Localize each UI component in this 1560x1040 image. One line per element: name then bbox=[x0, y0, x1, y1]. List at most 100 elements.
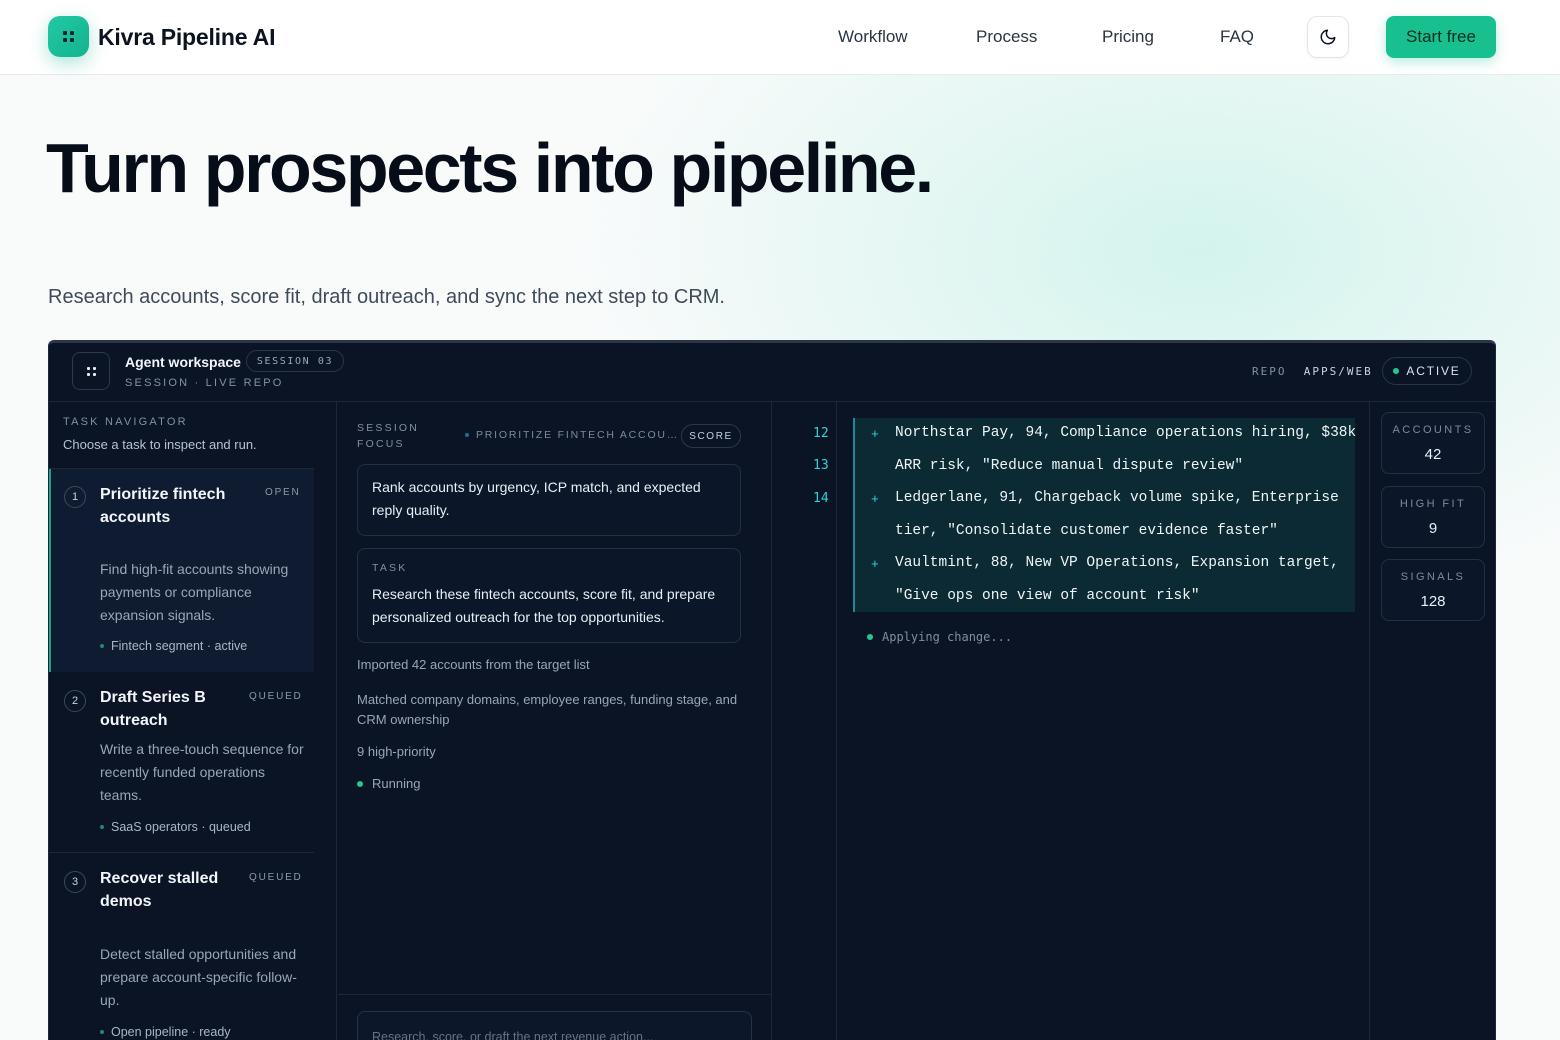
hero-title: Turn prospects into pipeline. bbox=[46, 129, 934, 207]
focus-label: SESSION FOCUS bbox=[357, 422, 420, 450]
running-label: Running bbox=[372, 776, 421, 791]
applying-dot-icon bbox=[867, 634, 873, 640]
tag-dot-icon bbox=[100, 644, 104, 648]
focus-text: Rank accounts by urgency, ICP match, and… bbox=[372, 479, 701, 518]
stat-value: 42 bbox=[1424, 446, 1442, 463]
breadcrumb-text: PRIORITIZE FINTECH ACCOU… bbox=[476, 429, 680, 441]
composer: Research, score, or draft the next reven… bbox=[338, 994, 772, 1040]
navigator-hint: Choose a task to inspect and run. bbox=[63, 437, 257, 452]
nav-workflow[interactable]: Workflow bbox=[838, 27, 908, 47]
breadcrumb-dot-icon bbox=[465, 433, 469, 437]
diff-line: tier, "Consolidate customer evidence fas… bbox=[895, 523, 1278, 539]
session-badge: SESSION 03 bbox=[246, 350, 344, 372]
task-status: QUEUED bbox=[249, 872, 303, 883]
status-label: ACTIVE bbox=[1406, 364, 1461, 378]
task-item-recover-stalled[interactable]: 3 Recover stalled demos QUEUED Detect st… bbox=[49, 855, 314, 1040]
running-indicator: Running bbox=[357, 774, 752, 794]
task-item-prioritize-fintech[interactable]: 1 Prioritize fintech accounts OPEN Find … bbox=[49, 469, 314, 672]
grid-dots-icon bbox=[86, 366, 96, 376]
repo-value: APPS/WEB bbox=[1303, 365, 1373, 378]
task-description: Find high-fit accounts showing payments … bbox=[100, 561, 289, 623]
diff-line: Ledgerlane, 91, Chargeback volume spike,… bbox=[895, 490, 1339, 506]
start-free-button[interactable]: Start free bbox=[1386, 16, 1496, 58]
navigator-heading: TASK NAVIGATOR bbox=[63, 416, 188, 428]
task-number: 1 bbox=[64, 486, 86, 508]
stats-panel: ACCOUNTS 42 HIGH FIT 9 SIGNALS 128 bbox=[1371, 402, 1495, 1040]
applying-label: Applying change... bbox=[882, 630, 1013, 644]
stat-label: HIGH FIT bbox=[1399, 498, 1467, 510]
diff-line: Northstar Pay, 94, Compliance operations… bbox=[895, 425, 1357, 441]
task-label: TASK bbox=[372, 562, 408, 574]
task-title: Draft Series B outreach bbox=[100, 689, 206, 729]
workspace-subline: SESSION · LIVE REPO bbox=[125, 377, 284, 389]
task-number: 2 bbox=[64, 690, 86, 712]
diff-line: Vaultmint, 88, New VP Operations, Expans… bbox=[895, 555, 1339, 571]
line-number: 14 bbox=[813, 491, 829, 506]
stat-label: ACCOUNTS bbox=[1392, 424, 1474, 436]
focus-breadcrumb[interactable]: PRIORITIZE FINTECH ACCOU… bbox=[465, 429, 679, 441]
running-dot-icon bbox=[357, 781, 363, 787]
diff-plus-marker: + bbox=[871, 492, 879, 507]
nav-pricing[interactable]: Pricing bbox=[1102, 27, 1154, 47]
stat-value: 128 bbox=[1420, 593, 1446, 610]
divider bbox=[49, 852, 314, 853]
prompt-placeholder: Research, score, or draft the next reven… bbox=[372, 1030, 654, 1040]
diff-plus-marker: + bbox=[871, 557, 879, 572]
task-text: Research these fintech accounts, score f… bbox=[372, 586, 716, 625]
nav-process[interactable]: Process bbox=[976, 27, 1037, 47]
status-badge: ACTIVE bbox=[1382, 357, 1472, 385]
focus-card: Rank accounts by urgency, ICP match, and… bbox=[357, 464, 741, 536]
nav-faq[interactable]: FAQ bbox=[1220, 27, 1254, 47]
task-status: QUEUED bbox=[249, 691, 303, 702]
stat-signals: SIGNALS 128 bbox=[1381, 559, 1485, 621]
workspace-menu-button[interactable] bbox=[72, 352, 110, 390]
tag-dot-icon bbox=[100, 1030, 104, 1034]
log-line: Imported 42 accounts from the target lis… bbox=[357, 657, 590, 672]
prompt-input[interactable]: Research, score, or draft the next reven… bbox=[357, 1011, 752, 1040]
diff-panel: 12 13 14 + Northstar Pay, 94, Compliance… bbox=[773, 402, 1370, 1040]
moon-icon bbox=[1320, 29, 1336, 45]
diff-line: ARR risk, "Reduce manual dispute review" bbox=[895, 458, 1244, 474]
task-title: Recover stalled demos bbox=[100, 870, 219, 910]
task-item-draft-series-b[interactable]: 2 Draft Series B outreach QUEUED Write a… bbox=[49, 674, 314, 852]
task-tag: Open pipeline · ready bbox=[100, 1025, 231, 1039]
workspace-title: Agent workspace bbox=[125, 354, 241, 370]
task-card: TASK Research these fintech accounts, sc… bbox=[357, 548, 741, 643]
grid-dots-icon bbox=[63, 31, 74, 42]
task-navigator: TASK NAVIGATOR Choose a task to inspect … bbox=[49, 402, 337, 1040]
task-title: Prioritize fintech accounts bbox=[100, 486, 226, 526]
task-description: Detect stalled opportunities and prepare… bbox=[100, 946, 297, 1008]
stat-high-fit: HIGH FIT 9 bbox=[1381, 486, 1485, 548]
diff-block: + Northstar Pay, 94, Compliance operatio… bbox=[853, 418, 1357, 612]
task-status: OPEN bbox=[265, 487, 301, 498]
task-tag-label: Open pipeline · ready bbox=[111, 1025, 231, 1039]
score-mode-pill[interactable]: SCORE bbox=[681, 424, 741, 448]
hero-subtitle: Research accounts, score fit, draft outr… bbox=[48, 286, 725, 308]
task-number: 3 bbox=[64, 871, 86, 893]
task-description: Write a three-touch sequence for recentl… bbox=[100, 741, 304, 803]
task-tag-label: Fintech segment · active bbox=[111, 639, 248, 653]
log-line: Matched company domains, employee ranges… bbox=[357, 692, 738, 727]
stat-value: 9 bbox=[1428, 520, 1438, 537]
repo-label: REPO bbox=[1252, 365, 1287, 378]
theme-toggle-button[interactable] bbox=[1307, 16, 1349, 58]
logo-mark[interactable] bbox=[48, 16, 89, 57]
tag-dot-icon bbox=[100, 825, 104, 829]
task-tag: Fintech segment · active bbox=[100, 639, 247, 653]
top-nav: Kivra Pipeline AI Workflow Process Prici… bbox=[0, 0, 1560, 75]
session-focus-panel: SESSION FOCUS PRIORITIZE FINTECH ACCOU… … bbox=[338, 402, 772, 1040]
line-number: 12 bbox=[813, 426, 829, 441]
task-tag-label: SaaS operators · queued bbox=[111, 820, 251, 834]
log-line: 9 high-priority bbox=[357, 744, 436, 759]
stat-label: SIGNALS bbox=[1400, 571, 1466, 583]
task-tag: SaaS operators · queued bbox=[100, 820, 251, 834]
diff-plus-marker: + bbox=[871, 427, 879, 442]
line-number: 13 bbox=[813, 458, 829, 473]
brand-name[interactable]: Kivra Pipeline AI bbox=[98, 24, 275, 51]
workspace-toolbar: Agent workspace SESSION 03 SESSION · LIV… bbox=[49, 343, 1495, 402]
applying-status: Applying change... bbox=[867, 630, 1012, 644]
line-gutter: 12 13 14 bbox=[773, 402, 837, 1040]
agent-workspace-panel: Agent workspace SESSION 03 SESSION · LIV… bbox=[48, 340, 1496, 1040]
diff-line: "Give ops one view of account risk" bbox=[895, 588, 1200, 604]
stat-accounts: ACCOUNTS 42 bbox=[1381, 412, 1485, 474]
